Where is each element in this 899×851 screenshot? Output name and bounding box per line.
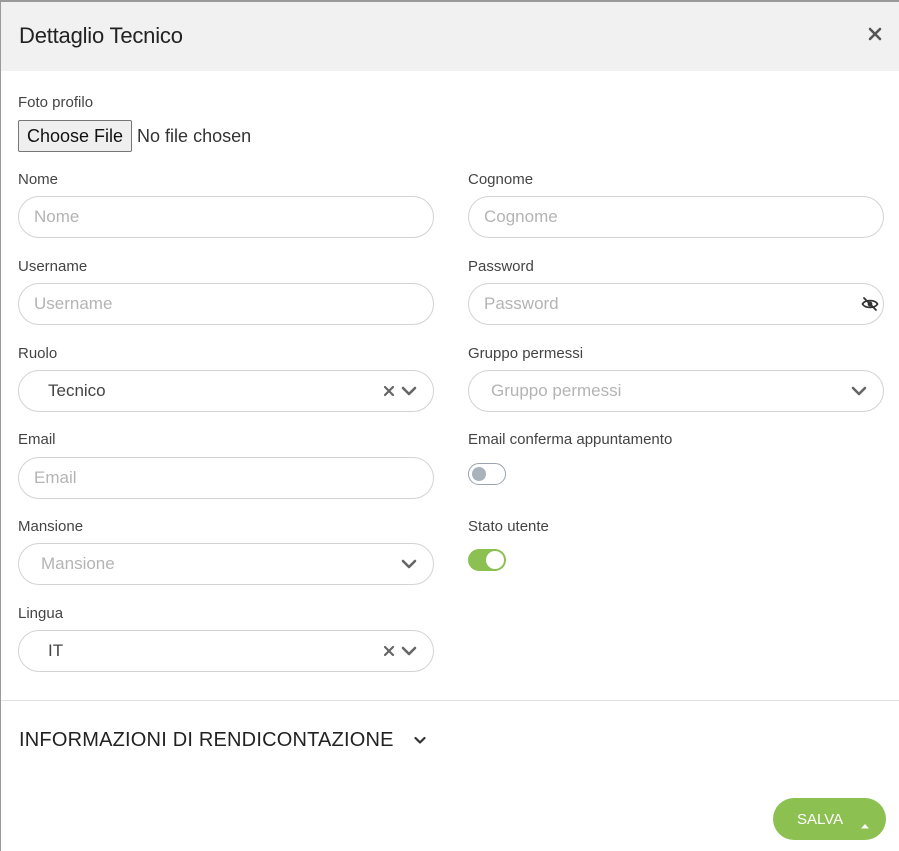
email-label: Email bbox=[18, 431, 56, 448]
toggle-knob bbox=[486, 551, 504, 569]
section-divider bbox=[1, 700, 899, 701]
cognome-placeholder: Cognome bbox=[484, 207, 558, 226]
email-conferma-label: Email conferma appuntamento bbox=[468, 431, 673, 448]
password-placeholder: Password bbox=[484, 294, 559, 313]
clear-icon[interactable] bbox=[383, 385, 395, 397]
chevron-down-icon bbox=[414, 736, 426, 745]
chevron-down-icon[interactable] bbox=[401, 645, 417, 657]
chevron-down-icon[interactable] bbox=[851, 385, 867, 397]
nome-placeholder: Nome bbox=[34, 207, 80, 226]
caret-up-icon bbox=[860, 816, 870, 834]
email-placeholder: Email bbox=[34, 468, 77, 487]
ruolo-value: Tecnico bbox=[48, 381, 106, 400]
lingua-select[interactable]: IT bbox=[18, 630, 434, 672]
gruppo-placeholder: Gruppo permessi bbox=[491, 381, 622, 400]
email-input[interactable]: Email bbox=[18, 457, 434, 499]
rendicontazione-section-toggle[interactable]: INFORMAZIONI DI RENDICONTAZIONE bbox=[19, 729, 426, 752]
password-input[interactable]: Password bbox=[468, 283, 884, 325]
photo-label: Foto profilo bbox=[18, 94, 94, 111]
eye-slash-icon[interactable] bbox=[861, 296, 879, 312]
ruolo-select[interactable]: Tecnico bbox=[18, 370, 434, 412]
dialog-header: Dettaglio Tecnico bbox=[1, 2, 899, 71]
lingua-label: Lingua bbox=[18, 605, 64, 622]
username-label: Username bbox=[18, 258, 88, 275]
password-label: Password bbox=[468, 258, 534, 275]
mansione-select[interactable]: Mansione bbox=[18, 543, 434, 585]
close-icon[interactable] bbox=[865, 24, 885, 44]
choose-file-button[interactable]: Choose File bbox=[18, 120, 133, 152]
save-label: SALVA bbox=[797, 810, 844, 828]
stato-label: Stato utente bbox=[468, 518, 549, 535]
chevron-down-icon[interactable] bbox=[401, 558, 417, 570]
mansione-placeholder: Mansione bbox=[41, 554, 115, 573]
save-button[interactable]: SALVA bbox=[773, 798, 886, 840]
gruppo-label: Gruppo permessi bbox=[468, 345, 584, 362]
stato-utente-toggle[interactable] bbox=[468, 549, 506, 571]
technician-detail-dialog: Dettaglio Tecnico Foto profilo Choose Fi… bbox=[0, 0, 899, 851]
gruppo-select[interactable]: Gruppo permessi bbox=[468, 370, 884, 412]
photo-file-input: Choose File No file chosen bbox=[18, 120, 251, 152]
cognome-input[interactable]: Cognome bbox=[468, 196, 884, 238]
ruolo-label: Ruolo bbox=[18, 345, 58, 362]
username-placeholder: Username bbox=[34, 294, 113, 313]
mansione-label: Mansione bbox=[18, 518, 84, 535]
clear-icon[interactable] bbox=[383, 645, 395, 657]
toggle-knob bbox=[472, 467, 486, 481]
section-title: INFORMAZIONI DI RENDICONTAZIONE bbox=[19, 729, 394, 751]
dialog-title: Dettaglio Tecnico bbox=[19, 23, 183, 48]
nome-label: Nome bbox=[18, 171, 59, 188]
email-conferma-toggle[interactable] bbox=[468, 463, 506, 485]
chevron-down-icon[interactable] bbox=[401, 385, 417, 397]
username-input[interactable]: Username bbox=[18, 283, 434, 325]
cognome-label: Cognome bbox=[468, 171, 534, 188]
lingua-value: IT bbox=[48, 641, 64, 660]
nome-input[interactable]: Nome bbox=[18, 196, 434, 238]
file-status: No file chosen bbox=[137, 125, 252, 146]
